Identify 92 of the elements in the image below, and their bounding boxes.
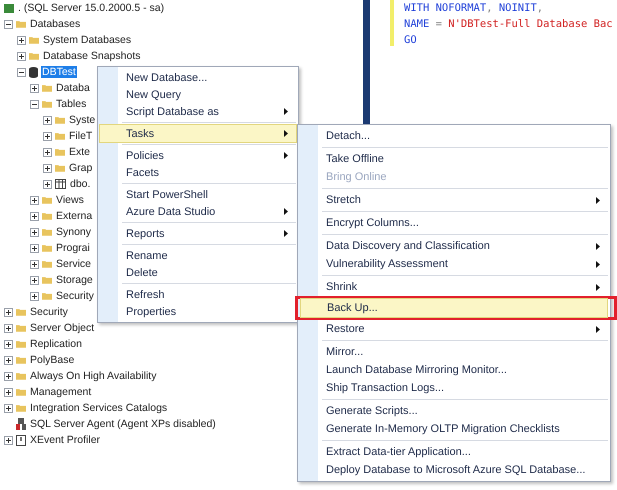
menu-item[interactable]: Properties: [100, 303, 296, 320]
menu-item[interactable]: Extract Data-tier Application...: [300, 443, 608, 461]
expand-icon[interactable]: [4, 388, 13, 396]
expand-icon[interactable]: [43, 116, 52, 124]
tree-item[interactable]: DBTest: [41, 66, 77, 78]
menu-item[interactable]: Rename: [100, 247, 296, 264]
tree-item[interactable]: Storage: [55, 274, 94, 286]
tree-item[interactable]: Databases: [29, 18, 82, 30]
menu-item[interactable]: Policies: [100, 147, 296, 164]
expand-icon[interactable]: [30, 260, 39, 268]
collapse-icon[interactable]: [17, 68, 26, 76]
table-icon: [55, 179, 66, 189]
expand-icon[interactable]: [17, 36, 26, 44]
code-line: WITH NOFORMAT, NOINIT,: [404, 1, 544, 16]
menu-item[interactable]: Take Offline: [300, 150, 608, 168]
tree-item[interactable]: Server Object: [29, 322, 96, 334]
menu-item[interactable]: Script Database as: [100, 103, 296, 120]
tree-item[interactable]: PolyBase: [29, 354, 76, 366]
tree-item[interactable]: Exte: [68, 146, 92, 158]
menu-item[interactable]: Generate Scripts...: [300, 402, 608, 420]
tree-item[interactable]: Replication: [29, 338, 83, 350]
menu-item[interactable]: Start PowerShell: [100, 186, 296, 203]
tree-item[interactable]: Integration Services Catalogs: [29, 402, 168, 414]
menu-item[interactable]: Back Up...: [301, 299, 607, 317]
tree-item[interactable]: FileT: [68, 130, 94, 142]
menu-item[interactable]: Data Discovery and Classification: [300, 237, 608, 255]
tree-item[interactable]: Management: [29, 386, 92, 398]
menu-item[interactable]: Tasks: [100, 125, 296, 142]
menu-item[interactable]: Encrypt Columns...: [300, 214, 608, 232]
tree-item[interactable]: Service: [55, 258, 92, 270]
menu-item[interactable]: Generate In-Memory OLTP Migration Checklists: [300, 420, 608, 438]
tree-item[interactable]: Security: [55, 290, 95, 302]
tree-item[interactable]: Externa: [55, 210, 94, 222]
expand-icon[interactable]: [4, 340, 13, 348]
expand-icon[interactable]: [30, 276, 39, 284]
menu-item[interactable]: Launch Database Mirroring Monitor...: [300, 361, 608, 379]
menu-item[interactable]: Shrink: [300, 278, 608, 296]
menu-item[interactable]: Facets: [100, 164, 296, 181]
expand-icon[interactable]: [4, 324, 13, 332]
tree-item[interactable]: XEvent Profiler: [29, 434, 102, 446]
expand-icon[interactable]: [4, 356, 13, 364]
collapse-icon[interactable]: [4, 20, 13, 28]
expand-icon[interactable]: [43, 180, 52, 188]
database-icon: [29, 66, 38, 78]
agent-icon: [16, 418, 26, 430]
expand-icon[interactable]: [4, 308, 13, 316]
tree-item[interactable]: Synony: [55, 226, 92, 238]
tree-item[interactable]: Grap: [68, 162, 94, 174]
tree-item[interactable]: Always On High Availability: [29, 370, 158, 382]
tree-item[interactable]: dbo.: [69, 178, 92, 190]
expand-icon[interactable]: [17, 52, 26, 60]
expand-icon[interactable]: [30, 244, 39, 252]
tree-item[interactable]: . (SQL Server 15.0.2000.5 - sa): [17, 2, 166, 14]
menu-item[interactable]: New Database...: [100, 69, 296, 86]
expand-icon[interactable]: [43, 148, 52, 156]
tree-item[interactable]: Tables: [55, 98, 88, 110]
expand-icon[interactable]: [30, 84, 39, 92]
server-icon: [4, 4, 14, 12]
change-marker: [390, 0, 394, 46]
menu-item[interactable]: Detach...: [300, 127, 608, 145]
expand-icon[interactable]: [30, 196, 39, 204]
collapse-icon[interactable]: [30, 100, 39, 108]
menu-item[interactable]: Restore: [300, 320, 608, 338]
tree-item[interactable]: Security: [29, 306, 69, 318]
tree-item[interactable]: System Databases: [42, 34, 132, 46]
expand-icon[interactable]: [43, 132, 52, 140]
menu-item[interactable]: Delete: [100, 264, 296, 281]
code-line: NAME = N'DBTest-Full Database Bac: [404, 17, 613, 32]
expand-icon[interactable]: [4, 372, 13, 380]
menu-item[interactable]: Ship Transaction Logs...: [300, 379, 608, 397]
tree-item[interactable]: Database Snapshots: [42, 50, 142, 62]
tree-item[interactable]: Syste: [68, 114, 96, 126]
expand-icon[interactable]: [4, 404, 13, 412]
expand-icon[interactable]: [4, 436, 13, 444]
expand-icon[interactable]: [30, 292, 39, 300]
code-line: GO: [404, 33, 418, 48]
menu-item[interactable]: Azure Data Studio: [100, 203, 296, 220]
expand-icon[interactable]: [43, 164, 52, 172]
menu-item[interactable]: Stretch: [300, 191, 608, 209]
tree-item[interactable]: Prograi: [55, 242, 91, 254]
tree-item[interactable]: Views: [55, 194, 85, 206]
expand-icon[interactable]: [30, 228, 39, 236]
menu-item[interactable]: Reports: [100, 225, 296, 242]
menu-item[interactable]: Refresh: [100, 286, 296, 303]
tree-item[interactable]: SQL Server Agent (Agent XPs disabled): [29, 418, 217, 430]
menu-item[interactable]: Mirror...: [300, 343, 608, 361]
menu-item[interactable]: New Query: [100, 86, 296, 103]
menu-item[interactable]: Vulnerability Assessment: [300, 255, 608, 273]
tree-item[interactable]: Databa: [55, 82, 91, 94]
expand-icon[interactable]: [30, 212, 39, 220]
profiler-icon: [16, 434, 26, 446]
menu-item[interactable]: Deploy Database to Microsoft Azure SQL Database...: [300, 461, 608, 479]
